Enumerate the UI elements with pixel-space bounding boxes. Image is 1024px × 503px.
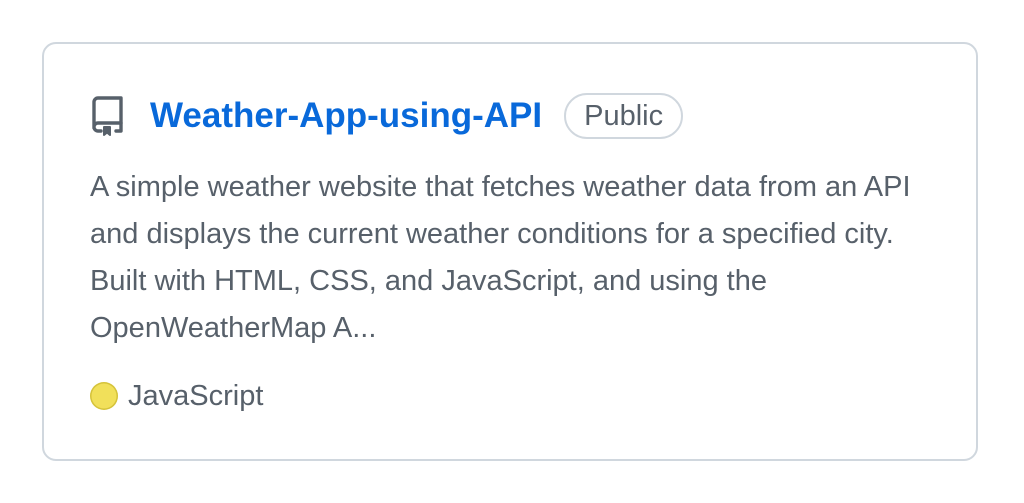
repo-description: A simple weather website that fetches we… (90, 171, 911, 344)
language-color-dot (90, 382, 118, 410)
repo-icon (90, 96, 124, 136)
repo-name-link[interactable]: Weather-App-using-API (150, 94, 542, 138)
repo-card: Weather-App-using-API Public A simple we… (42, 42, 978, 461)
language-name: JavaScript (128, 380, 264, 412)
visibility-badge: Public (564, 93, 684, 139)
repo-card-header: Weather-App-using-API Public (90, 93, 684, 139)
repo-language: JavaScript (90, 376, 263, 416)
